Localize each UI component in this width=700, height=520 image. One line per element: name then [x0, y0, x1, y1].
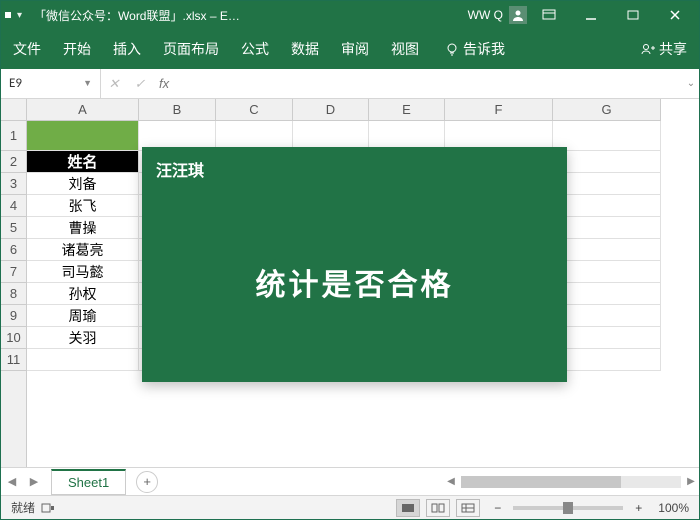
h-scrollbar[interactable] — [461, 476, 681, 488]
fx-label[interactable]: fx — [159, 76, 169, 91]
column-header[interactable]: A — [27, 99, 139, 120]
tab-review[interactable]: 审阅 — [341, 39, 369, 59]
row-header[interactable]: 3 — [1, 173, 26, 195]
window-title: 「微信公众号：Word联盟」.xlsx – E… — [34, 7, 468, 24]
enter-formula-icon[interactable]: ✓ — [127, 76, 153, 92]
cell[interactable]: 曹操 — [27, 217, 139, 239]
cell[interactable] — [27, 121, 139, 151]
tellme-label: 告诉我 — [463, 39, 505, 59]
cancel-formula-icon[interactable]: ✕ — [101, 76, 127, 92]
column-headers: ABCDEFG — [27, 99, 661, 121]
row-headers: 1234567891011 — [1, 121, 27, 467]
column-header[interactable]: F — [445, 99, 553, 120]
cell[interactable]: 姓名 — [27, 151, 139, 173]
cell[interactable] — [27, 349, 139, 371]
cell[interactable] — [553, 349, 661, 371]
zoom-out-button[interactable]: − — [494, 501, 501, 515]
hscroll-right-icon[interactable]: ▶ — [683, 476, 699, 487]
ribbon: 文件 开始 插入 页面布局 公式 数据 审阅 视图 告诉我 共享 — [1, 29, 699, 69]
lightbulb-icon — [445, 42, 459, 56]
overlay-title: 统计是否合格 — [142, 181, 567, 382]
formula-bar: E9 ▼ ✕ ✓ fx ⌄ — [1, 69, 699, 99]
status-bar: 就绪 − + 100% — [1, 495, 699, 519]
column-header[interactable]: G — [553, 99, 661, 120]
column-header[interactable]: D — [293, 99, 369, 120]
row-header[interactable]: 8 — [1, 283, 26, 305]
tab-insert[interactable]: 插入 — [113, 39, 141, 59]
tellme[interactable]: 告诉我 — [445, 39, 505, 59]
row-header[interactable]: 10 — [1, 327, 26, 349]
status-ready: 就绪 — [11, 499, 35, 516]
tab-layout[interactable]: 页面布局 — [163, 39, 219, 59]
tab-formulas[interactable]: 公式 — [241, 39, 269, 59]
cell[interactable] — [553, 327, 661, 349]
quick-access-dropdown-icon[interactable]: ▾ — [17, 10, 22, 21]
cell[interactable] — [553, 217, 661, 239]
column-header[interactable]: B — [139, 99, 216, 120]
row-header[interactable]: 9 — [1, 305, 26, 327]
sheet-tabs-bar: ◀ ▶ Sheet1 + ◀ ▶ — [1, 467, 699, 495]
column-header[interactable]: C — [216, 99, 293, 120]
cell[interactable]: 周瑜 — [27, 305, 139, 327]
column-header[interactable]: E — [369, 99, 445, 120]
cell[interactable] — [553, 239, 661, 261]
avatar[interactable] — [509, 6, 527, 24]
overlay-card: 汪汪琪 统计是否合格 — [142, 147, 567, 382]
cell[interactable] — [553, 261, 661, 283]
tab-view[interactable]: 视图 — [391, 39, 419, 59]
cell[interactable]: 张飞 — [27, 195, 139, 217]
minimize-button[interactable] — [571, 1, 611, 29]
tab-home[interactable]: 开始 — [63, 39, 91, 59]
select-all-button[interactable] — [1, 99, 27, 121]
tab-scroll-left-icon[interactable]: ◀ — [1, 475, 23, 488]
ribbon-display-options-icon[interactable] — [529, 1, 569, 29]
share-icon — [641, 42, 655, 56]
cell[interactable] — [553, 173, 661, 195]
zoom-level[interactable]: 100% — [658, 501, 689, 515]
cell[interactable] — [553, 283, 661, 305]
row-header[interactable]: 5 — [1, 217, 26, 239]
zoom-in-button[interactable]: + — [635, 501, 642, 515]
row-header[interactable]: 1 — [1, 121, 26, 151]
cell[interactable] — [553, 151, 661, 173]
user-name: WW Q — [468, 8, 503, 22]
titlebar: ▾ 「微信公众号：Word联盟」.xlsx – E… WW Q — [1, 1, 699, 29]
add-sheet-button[interactable]: + — [136, 471, 158, 493]
cell[interactable]: 孙权 — [27, 283, 139, 305]
chevron-down-icon[interactable]: ▼ — [83, 78, 92, 89]
view-normal-button[interactable] — [396, 499, 420, 517]
row-header[interactable]: 7 — [1, 261, 26, 283]
cell[interactable] — [553, 195, 661, 217]
share-label: 共享 — [659, 39, 687, 59]
cell[interactable] — [553, 121, 661, 151]
cell[interactable]: 诸葛亮 — [27, 239, 139, 261]
close-button[interactable] — [655, 1, 695, 29]
view-page-break-button[interactable] — [456, 499, 480, 517]
share-button[interactable]: 共享 — [641, 39, 687, 59]
name-box[interactable]: E9 ▼ — [1, 69, 101, 98]
cell[interactable]: 关羽 — [27, 327, 139, 349]
view-page-layout-button[interactable] — [426, 499, 450, 517]
zoom-slider[interactable] — [513, 506, 623, 510]
expand-formula-bar-icon[interactable]: ⌄ — [683, 78, 699, 89]
cell[interactable]: 司马懿 — [27, 261, 139, 283]
row-header[interactable]: 4 — [1, 195, 26, 217]
row-header[interactable]: 6 — [1, 239, 26, 261]
tab-file[interactable]: 文件 — [13, 39, 41, 59]
row-header[interactable]: 2 — [1, 151, 26, 173]
overlay-author: 汪汪琪 — [142, 147, 567, 181]
system-menu-icon[interactable] — [5, 12, 11, 18]
cell-reference: E9 — [9, 76, 22, 91]
maximize-button[interactable] — [613, 1, 653, 29]
cell[interactable] — [553, 305, 661, 327]
row-header[interactable]: 11 — [1, 349, 26, 371]
tab-data[interactable]: 数据 — [291, 39, 319, 59]
macro-record-icon[interactable] — [41, 503, 61, 513]
hscroll-left-icon[interactable]: ◀ — [443, 476, 459, 487]
sheet-tab-active[interactable]: Sheet1 — [51, 469, 126, 495]
cell[interactable]: 刘备 — [27, 173, 139, 195]
tab-scroll-right-icon[interactable]: ▶ — [23, 475, 45, 488]
